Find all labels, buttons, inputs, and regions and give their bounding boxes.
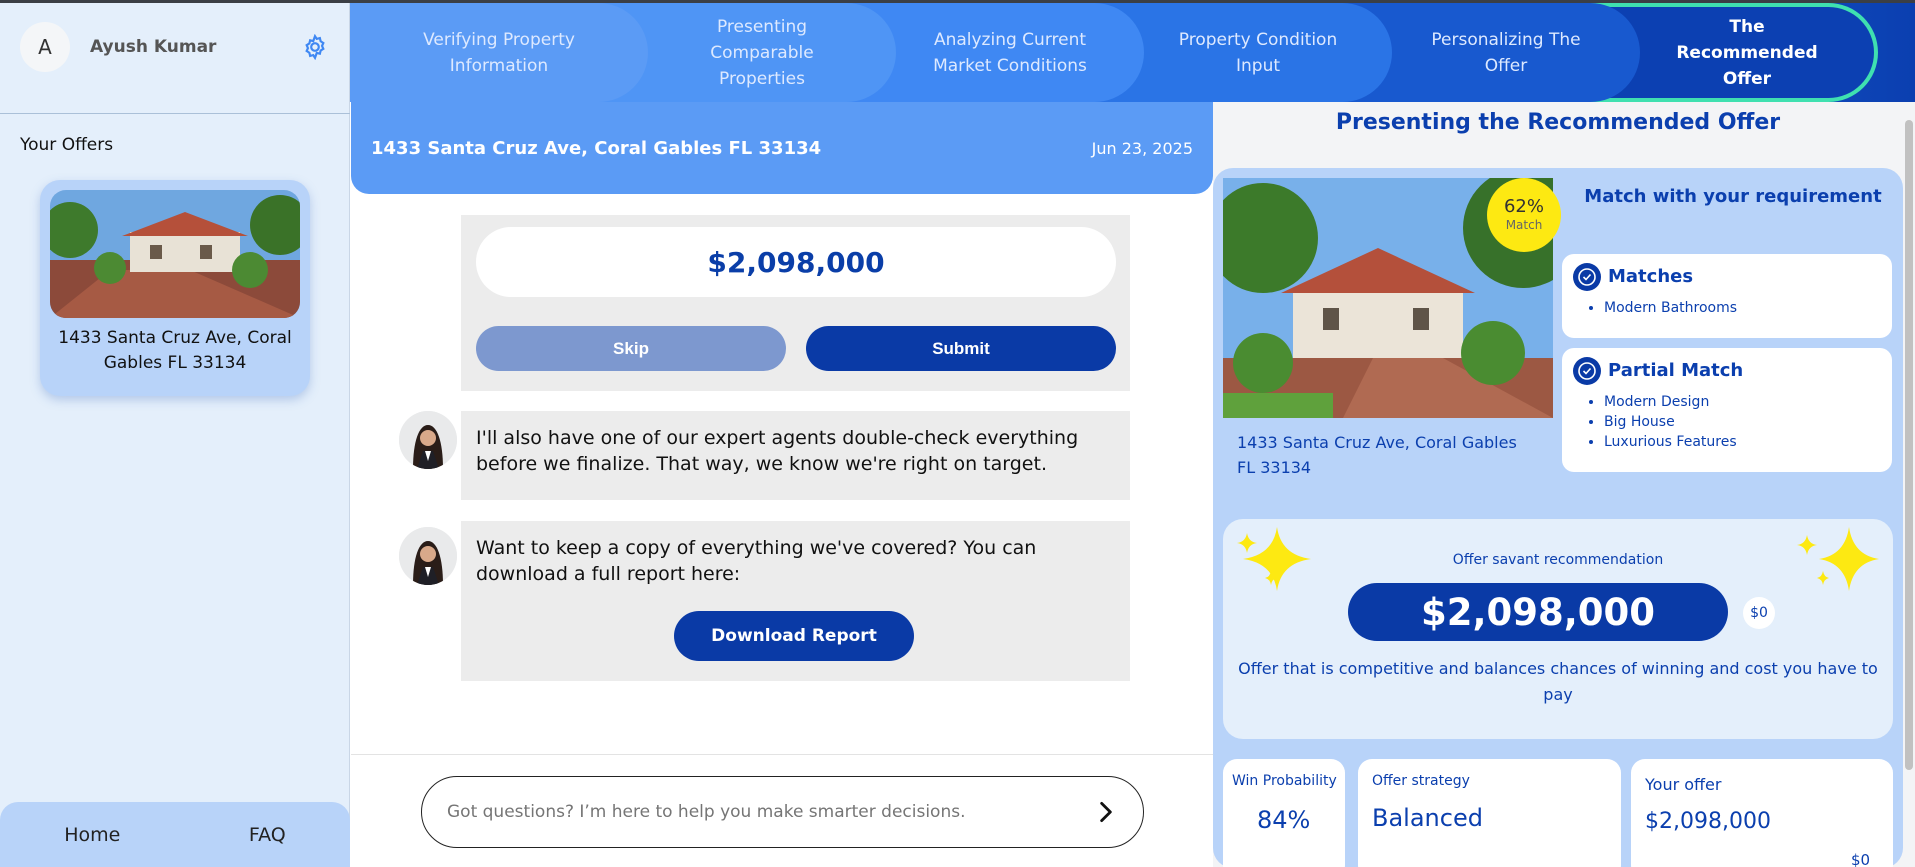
partial-match-heading: Partial Match [1608,360,1744,381]
list-item: Luxurious Features [1604,432,1737,452]
your-offer-value: $2,098,000 [1645,809,1771,834]
submit-button[interactable]: Submit [806,326,1116,371]
check-circle-icon [1573,263,1601,291]
savant-label: Offer savant recommendation [1452,552,1664,568]
skip-button[interactable]: Skip [476,326,786,371]
scrollbar-thumb[interactable] [1905,120,1913,770]
price-input[interactable]: $2,098,000 [476,227,1116,297]
match-card: 62% Match 1433 Santa Cruz Ave, Coral Gab… [1213,168,1903,867]
list-item: Modern Design [1604,392,1737,412]
match-percentage: 62% [1503,196,1544,217]
nav-home[interactable]: Home [64,824,120,846]
price-delta-badge: $0 [1743,597,1775,629]
user-name: Ayush Kumar [90,37,217,57]
chat-input-box [421,776,1144,848]
partial-match-list: Modern Design Big House Luxurious Featur… [1604,392,1737,452]
match-percentage-badge: 62% Match [1487,178,1561,252]
offer-strategy-card: Offer strategy Balanced [1358,759,1621,867]
avatar[interactable]: A [20,22,70,72]
chat-message-agent-check: I'll also have one of our expert agents … [461,411,1130,500]
bottom-nav: Home FAQ [0,802,350,867]
offer-recommendation-card: Offer savant recommendation $2,098,000 $… [1223,519,1893,739]
chat-input-area [351,754,1213,867]
offer-thumbnail [50,190,300,318]
match-label: Match [1505,218,1543,232]
agent-avatar [399,527,457,585]
matches-heading: Matches [1608,266,1694,287]
agent-avatar [399,411,457,469]
partial-match-box: Partial Match Modern Design Big House Lu… [1562,348,1892,472]
list-item: Modern Bathrooms [1604,298,1737,318]
matches-box: Matches Modern Bathrooms [1562,254,1892,338]
gear-icon[interactable] [302,34,328,60]
your-offer-label: Your offer [1645,775,1722,794]
download-report-button[interactable]: Download Report [674,611,914,661]
your-offer-delta: $0 [1851,851,1871,867]
nav-faq[interactable]: FAQ [249,824,286,846]
win-probability-card: Win Probability 84% [1223,759,1345,867]
offer-address: 1433 Santa Cruz Ave, Coral Gables FL 331… [58,328,292,373]
chat-message-report: Want to keep a copy of everything we've … [461,521,1130,681]
win-probability-label: Win Probability [1232,773,1337,789]
recommendation-scrollbar[interactable] [1903,108,1915,867]
check-circle-icon [1573,357,1601,385]
recommendation-title: Presenting the Recommended Offer [1335,110,1781,135]
sidebar-divider [0,113,350,114]
user-profile: A Ayush Kumar [20,22,330,72]
chevron-right-icon[interactable] [1093,799,1119,825]
recommended-price: $2,098,000 [1348,583,1728,641]
chat-input[interactable] [447,795,1067,829]
progress-stepper: Verifying Property Information Presentin… [350,3,1915,102]
offer-strategy-value: Balanced [1372,804,1483,832]
your-offers-heading: Your Offers [20,135,114,155]
recommendation-description: Offer that is competitive and balances c… [1238,659,1878,704]
window-top-border [0,0,1915,3]
step-verifying[interactable]: Verifying Property Information [350,3,648,102]
your-offer-card: Your offer $2,098,000 $0 [1631,759,1893,867]
sidebar: A Ayush Kumar Your Offers 1433 Santa Cru… [0,0,350,867]
chat-date: Jun 23, 2025 [1091,139,1193,158]
chat-property-address: 1433 Santa Cruz Ave, Coral Gables FL 331… [371,138,822,159]
win-probability-value: 84% [1257,806,1311,834]
property-address: 1433 Santa Cruz Ave, Coral Gables FL 331… [1237,433,1517,477]
list-item: Big House [1604,412,1737,432]
chat-area: $2,098,000 Skip Submit I'll also have on… [351,194,1562,754]
offer-strategy-label: Offer strategy [1372,773,1470,789]
offer-card[interactable]: 1433 Santa Cruz Ave, Coral Gables FL 331… [40,180,310,396]
chat-header: 1433 Santa Cruz Ave, Coral Gables FL 331… [351,102,1213,194]
recommendation-panel: Presenting the Recommended Offer 62% Mat… [1213,102,1915,867]
requirement-title: Match with your requirement [1584,186,1882,207]
app-root: A Ayush Kumar Your Offers 1433 Santa Cru… [0,0,1915,867]
price-input-card: $2,098,000 Skip Submit [461,215,1130,391]
report-message-text: Want to keep a copy of everything we've … [476,537,1037,585]
matches-list: Modern Bathrooms [1604,298,1737,318]
